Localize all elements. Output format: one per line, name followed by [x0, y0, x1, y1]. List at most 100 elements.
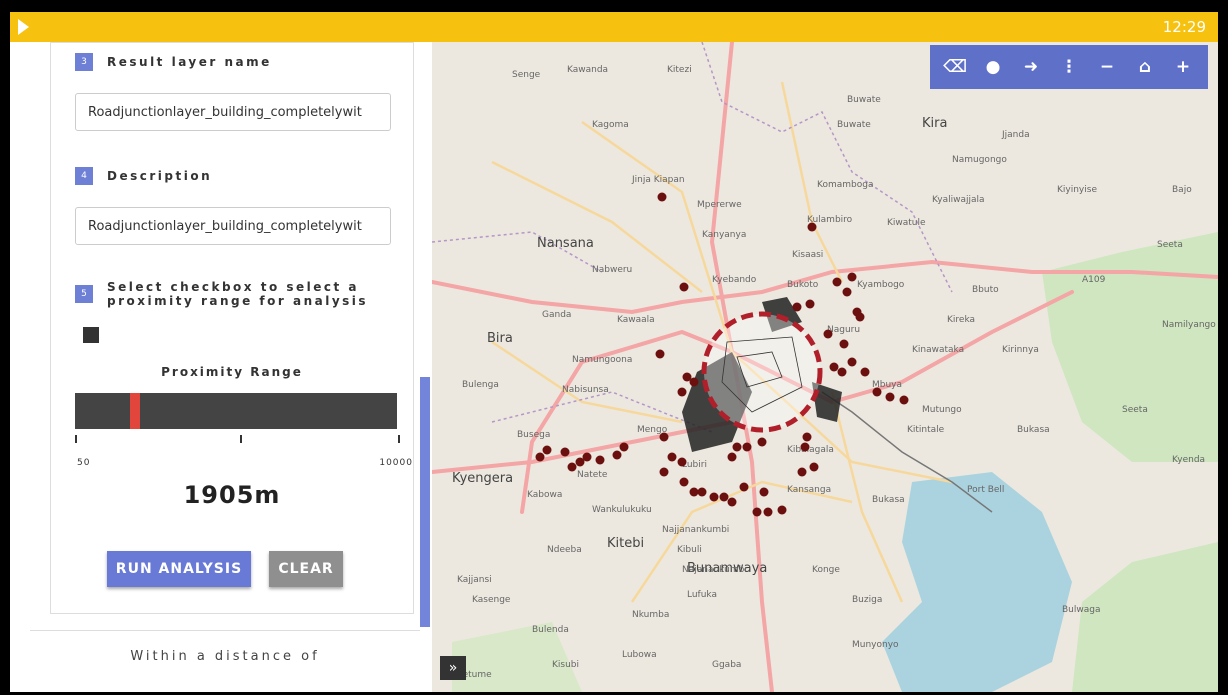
description-input[interactable] [75, 207, 391, 245]
map-canvas[interactable]: Senge Kawanda Kitezi Buwate Kagoma Buwate Kira… [432, 42, 1218, 692]
junction-point [797, 467, 807, 477]
junction-point [847, 357, 857, 367]
more-vertical-icon[interactable]: ⋮ [1050, 57, 1088, 77]
place-label: Kyambogo [857, 280, 905, 290]
clear-button[interactable]: CLEAR [269, 551, 343, 587]
junction-point [823, 329, 833, 339]
place-label: Kitintale [907, 425, 945, 435]
step-3-badge: 3 [75, 53, 93, 71]
junction-point [575, 457, 585, 467]
junction-point [679, 282, 689, 292]
place-label: Jinja Kiapan [631, 175, 685, 185]
within-distance-label: Within a distance of [30, 630, 420, 664]
place-label: Komamboga [817, 180, 873, 190]
place-label: Kira [922, 116, 947, 131]
place-label: Kibalagala [787, 445, 834, 455]
map-pin-icon[interactable]: ● [974, 57, 1012, 77]
place-label: Kyenda [1172, 455, 1205, 465]
place-label: Kawaala [617, 315, 655, 325]
place-label: Munyonyo [852, 640, 899, 650]
junction-point [807, 222, 817, 232]
place-label: Bulenga [462, 380, 499, 390]
zoom-out-icon[interactable]: − [1088, 57, 1126, 77]
junction-point [689, 487, 699, 497]
exit-icon[interactable]: ➜ [1012, 57, 1050, 77]
junction-point [697, 487, 707, 497]
place-label: Bbuto [972, 285, 999, 295]
home-icon[interactable]: ⌂ [1126, 57, 1164, 77]
proximity-checkbox-label-line1: Select checkbox to select a [107, 280, 360, 294]
junction-point [677, 457, 687, 467]
slider-thumb[interactable] [130, 393, 140, 429]
proximity-buffer [701, 311, 823, 433]
place-label: Kagoma [592, 120, 629, 130]
junction-point [719, 492, 729, 502]
proximity-checkbox-label-line2: proximity range for analysis [107, 294, 369, 308]
place-label: Buwate [837, 120, 871, 130]
status-bar: 12:29 [10, 12, 1218, 42]
place-label: Busega [517, 430, 550, 440]
junction-point [742, 442, 752, 452]
place-label: Port Bell [967, 485, 1004, 495]
junction-point [619, 442, 629, 452]
junction-point [832, 277, 842, 287]
proximity-range-title: Proximity Range [161, 365, 303, 379]
result-layer-name-input[interactable] [75, 93, 391, 131]
place-label: Nansana [537, 236, 594, 251]
junction-point [763, 507, 773, 517]
place-label: Ganda [542, 310, 571, 320]
junction-point [560, 447, 570, 457]
place-label: Bulenda [532, 625, 569, 635]
place-label: Nabisunsa [562, 385, 609, 395]
panel-scrollbar[interactable] [420, 377, 430, 627]
slider-tick [240, 435, 242, 443]
junction-point [752, 507, 762, 517]
place-label: Seeta [1122, 405, 1148, 415]
place-label: Kiwatule [887, 218, 926, 228]
junction-point [885, 392, 895, 402]
zoom-in-icon[interactable]: + [1164, 57, 1202, 77]
place-label: Kyengera [452, 471, 513, 486]
junction-point [659, 432, 669, 442]
junction-point [802, 432, 812, 442]
play-icon[interactable] [18, 19, 29, 35]
proximity-checkbox[interactable] [83, 327, 99, 343]
place-label: Kireka [947, 315, 975, 325]
place-label: Kisubi [552, 660, 579, 670]
place-label: A109 [1082, 275, 1106, 285]
junction-point [709, 492, 719, 502]
run-analysis-button[interactable]: RUN ANALYSIS [107, 551, 251, 587]
junction-point [757, 437, 767, 447]
junction-point [727, 452, 737, 462]
junction-point [657, 192, 667, 202]
analysis-panel: 3 Result layer name 4 Description 5 Sele… [10, 42, 432, 692]
place-label: Kajjansi [457, 575, 492, 585]
junction-point [777, 505, 787, 515]
proximity-slider[interactable] [75, 393, 397, 429]
map-view[interactable]: Senge Kawanda Kitezi Buwate Kagoma Buwate Kira… [432, 42, 1218, 692]
junction-point [842, 287, 852, 297]
place-label: Jjanda [1001, 130, 1030, 140]
map-toolbar: ⌫ ● ➜ ⋮ − ⌂ + [930, 45, 1208, 89]
place-label: Bukasa [872, 495, 905, 505]
place-label: Kyaliwajjala [932, 195, 985, 205]
expand-panel-button[interactable]: » [440, 656, 466, 680]
place-label: Senge [512, 70, 541, 80]
junction-point [759, 487, 769, 497]
place-label: Kirinnya [1002, 345, 1039, 355]
slider-tick [75, 435, 77, 443]
junction-point [839, 339, 849, 349]
place-label: Bulwaga [1062, 605, 1100, 615]
place-label: Bukasa [1017, 425, 1050, 435]
step-4-badge: 4 [75, 167, 93, 185]
junction-point [829, 362, 839, 372]
junction-point [837, 367, 847, 377]
place-label: Bira [487, 331, 513, 346]
eraser-icon[interactable]: ⌫ [936, 57, 974, 77]
place-label: Kawanda [567, 65, 608, 75]
junction-point [677, 387, 687, 397]
place-label: Kinawataka [912, 345, 964, 355]
junction-point [655, 349, 665, 359]
place-label: Nkumba [632, 610, 669, 620]
junction-point [805, 299, 815, 309]
